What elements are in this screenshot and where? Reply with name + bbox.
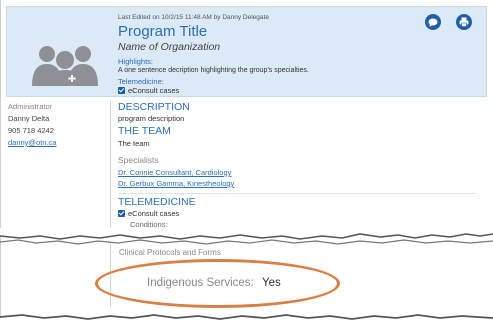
telemedicine-checkbox-row: eConsult cases xyxy=(118,209,179,218)
highlights-label: Highlights: xyxy=(118,57,154,66)
checkbox-checked-icon[interactable] xyxy=(118,87,125,94)
print-icon xyxy=(459,17,469,27)
contact-name: Danny Delta xyxy=(8,114,50,123)
section-divider xyxy=(118,193,476,194)
torn-paper-edge xyxy=(0,314,493,330)
specialist-link[interactable]: Dr. Gerbux Gamma, Kinestheology xyxy=(118,179,234,188)
last-edited-text: Last Edited on 10/2/15 11:48 AM by Danny… xyxy=(118,14,269,21)
team-text: The team xyxy=(118,139,150,148)
organization-name: Name of Organization xyxy=(118,41,221,53)
contact-role: Administrator xyxy=(8,102,53,111)
chat-button[interactable] xyxy=(425,14,441,30)
highlights-text: A one sentence decription highlighting t… xyxy=(118,67,309,74)
specialists-heading: Specialists xyxy=(118,155,159,165)
group-avatar-icon xyxy=(32,46,98,86)
indigenous-services-label: Indigenous Services: xyxy=(147,277,254,289)
contact-email-link[interactable]: danny@otn.ca xyxy=(8,138,56,147)
indigenous-services-value: Yes xyxy=(262,277,281,289)
telemedicine-label: Telemedicine: xyxy=(118,77,164,86)
contact-panel: Administrator Danny Delta 905 718 4242 d… xyxy=(0,101,111,233)
checkbox-checked-icon[interactable] xyxy=(118,210,125,217)
clinical-protocols-link[interactable]: Clinical Protocols and Forms xyxy=(119,248,221,257)
chat-bubble-icon xyxy=(428,18,438,27)
telemedicine-item-label: eConsult cases xyxy=(128,209,180,218)
description-text: program description xyxy=(118,114,185,123)
telemedicine-checkbox-row: eConsult cases xyxy=(118,86,179,95)
specialist-link[interactable]: Dr. Connie Consultant, Cardiology xyxy=(118,168,231,177)
print-button[interactable] xyxy=(456,14,472,30)
program-title: Program Title xyxy=(118,23,208,40)
contact-phone: 905 718 4242 xyxy=(8,126,54,135)
description-heading: DESCRIPTION xyxy=(118,101,190,113)
telemedicine-heading: TELEMEDICINE xyxy=(118,196,196,208)
torn-paper-edge xyxy=(0,228,493,245)
team-heading: THE TEAM xyxy=(118,125,171,137)
telemedicine-item-label: eConsult cases xyxy=(128,86,180,95)
